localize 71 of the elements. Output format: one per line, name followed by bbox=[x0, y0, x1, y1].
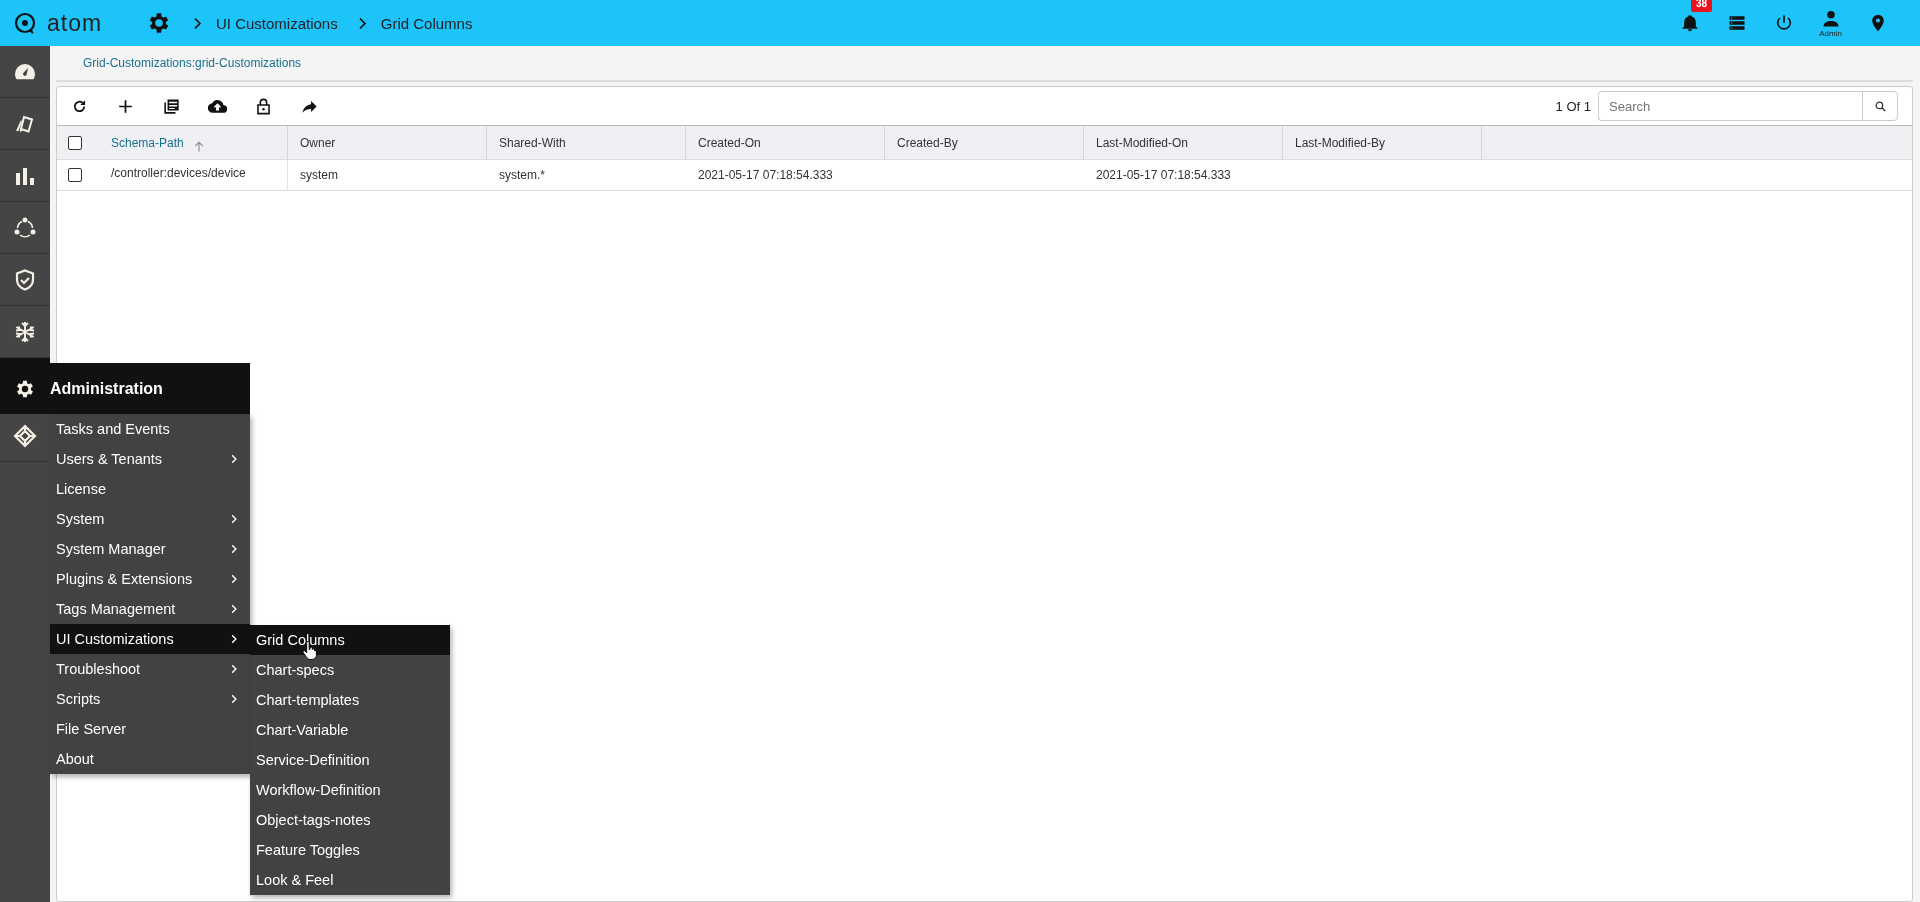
menu-item[interactable]: System Manager bbox=[50, 534, 250, 564]
lock-icon bbox=[254, 96, 273, 116]
breadcrumb-link[interactable]: Grid Columns bbox=[380, 14, 473, 32]
table-cell: system.* bbox=[499, 168, 545, 182]
menu-item[interactable]: Feature Toggles bbox=[250, 835, 450, 865]
menu-item[interactable]: License bbox=[50, 474, 250, 504]
chevron-right-icon bbox=[230, 633, 238, 645]
header-label: Last-Modified-On bbox=[1096, 135, 1189, 150]
checkbox[interactable] bbox=[68, 168, 82, 182]
header-label: Created-On bbox=[698, 135, 761, 150]
chevron-right-icon bbox=[230, 543, 238, 555]
breadcrumb-link[interactable]: UI Customizations bbox=[216, 14, 338, 32]
table-cell: /controller:devices/device bbox=[111, 166, 246, 180]
header-label: Owner bbox=[300, 135, 336, 150]
logo-icon bbox=[13, 11, 37, 35]
snowflake-icon bbox=[13, 319, 37, 344]
arrow-up-icon bbox=[193, 140, 204, 153]
search-button[interactable] bbox=[1862, 91, 1898, 121]
menu-item[interactable]: Grid Columns bbox=[250, 625, 450, 655]
chevron-right-icon bbox=[230, 663, 238, 675]
chevron-right-icon bbox=[230, 693, 238, 705]
menu-item[interactable]: Workflow-Definition bbox=[250, 775, 450, 805]
column-header[interactable]: Owner bbox=[288, 126, 487, 159]
table-cell: 2021-05-17 07:18:54.333 bbox=[698, 168, 833, 182]
chevron-right-icon bbox=[230, 513, 238, 525]
chevron-right-icon bbox=[230, 603, 238, 615]
page-title: Grid-Customizations:grid-Customizations bbox=[83, 56, 302, 70]
header-label: Schema-Path bbox=[111, 135, 184, 150]
cube-icon bbox=[13, 423, 37, 448]
notification-count-badge: 38 bbox=[1691, 0, 1713, 12]
menu-title: Administration bbox=[50, 379, 163, 398]
chevron-right-icon bbox=[230, 453, 238, 465]
menu-item[interactable]: Troubleshoot bbox=[50, 654, 250, 684]
column-header[interactable]: Created-On bbox=[686, 126, 885, 159]
chevron-right-icon bbox=[357, 16, 367, 30]
table-cell: system bbox=[300, 168, 338, 182]
chevron-right-icon bbox=[193, 16, 202, 30]
menu-item[interactable]: System bbox=[50, 504, 250, 534]
column-header[interactable]: Schema-Path bbox=[99, 126, 288, 159]
column-header[interactable]: Last-Modified-By bbox=[1283, 126, 1482, 159]
chevron-right-icon bbox=[230, 573, 238, 585]
header-label: Created-By bbox=[897, 135, 958, 150]
menu-item[interactable]: Chart-templates bbox=[250, 685, 450, 715]
network-icon bbox=[13, 215, 37, 240]
logo-text: atom bbox=[47, 9, 103, 37]
column-header[interactable]: Shared-With bbox=[487, 126, 686, 159]
menu-item[interactable]: Object-tags-notes bbox=[250, 805, 450, 835]
header-label: Shared-With bbox=[499, 135, 566, 150]
menu-item[interactable]: Tasks and Events bbox=[50, 414, 250, 444]
menu-item[interactable]: Service-Definition bbox=[250, 745, 450, 775]
documents-icon bbox=[162, 96, 181, 116]
menu-item[interactable]: Plugins & Extensions bbox=[50, 564, 250, 594]
menu-item[interactable]: Look & Feel bbox=[250, 865, 450, 895]
column-header[interactable]: Last-Modified-On bbox=[1084, 126, 1283, 159]
menu-item[interactable]: UI Customizations bbox=[50, 624, 250, 654]
menu-item[interactable]: Tags Management bbox=[50, 594, 250, 624]
checkbox[interactable] bbox=[68, 135, 82, 150]
table-cell: 2021-05-17 07:18:54.333 bbox=[1096, 168, 1231, 182]
page-count: 1 Of 1 bbox=[1555, 98, 1591, 114]
column-header[interactable]: Created-By bbox=[885, 126, 1084, 159]
menu-item[interactable]: About bbox=[50, 744, 250, 774]
search-icon bbox=[1873, 99, 1887, 113]
menu-item[interactable]: Chart-specs bbox=[250, 655, 450, 685]
search-field[interactable]: Search bbox=[1598, 91, 1862, 121]
menu-item[interactable]: Chart-Variable bbox=[250, 715, 450, 745]
user-name: Admin bbox=[1819, 28, 1842, 38]
menu-item[interactable]: Scripts bbox=[50, 684, 250, 714]
shield-check-icon bbox=[13, 267, 37, 292]
menu-item[interactable]: File Server bbox=[50, 714, 250, 744]
header-label: Last-Modified-By bbox=[1295, 135, 1386, 150]
menu-item[interactable]: Users & Tenants bbox=[50, 444, 250, 474]
